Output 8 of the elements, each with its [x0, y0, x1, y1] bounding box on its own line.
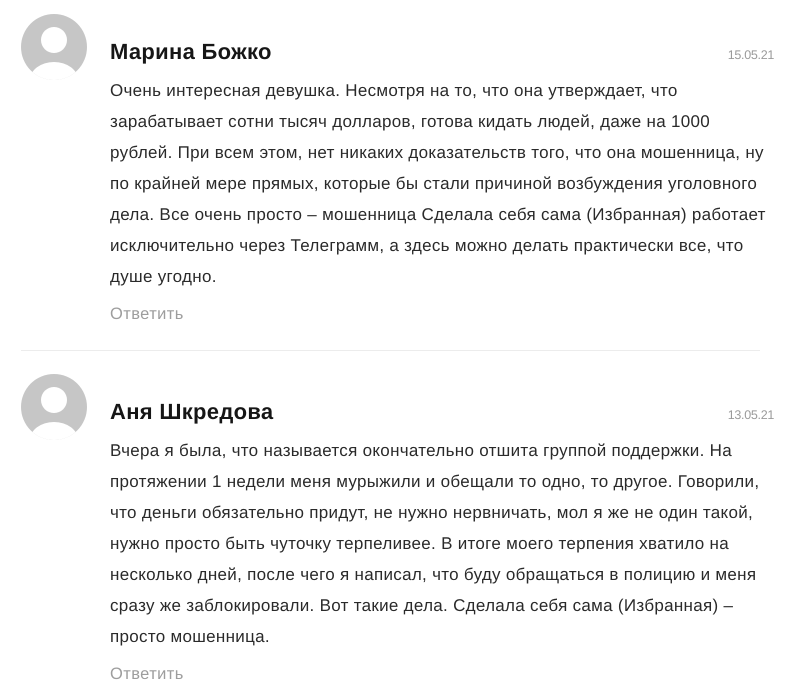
reply-link[interactable]: Ответить [110, 664, 184, 684]
comment-date: 13.05.21 [728, 407, 774, 424]
author-name: Аня Шкредова [110, 398, 274, 426]
comment-date: 15.05.21 [728, 47, 774, 64]
comment-text: Очень интересная девушка. Несмотря на то, что она утверждает, что зарабатывает сотни тысяч долларов, готова кидать людей, даже на 1000 рублей. При всем этом, нет никаких доказательств того, что она мошенница, ну по крайней мере прямых, которые бы стали причиной возбуждения уголовного дела. Все очень просто – мошенница Сделала себя сама (Избранная) работает исключительно через Телеграмм, а здесь можно делать практически все, что душе угодно. [110, 80, 767, 288]
comment-text: Вчера я была, что называется окончательно отшита группой поддержки. На протяжении 1 недели меня мурыжили и обещали то одно, то другое. Говорили, что деньги обязательно придут, не нужно нервничать, мол я же не один такой, нужно просто быть чуточку терпеливее. В итоге моего терпения хватило на несколько дней, после чего я написал, что буду обращаться в полицию и меня сразу же заблокировали. Вот такие дела. Сделала себя сама (Избранная) – просто мошенница. [110, 440, 760, 648]
reply-link[interactable]: Ответить [110, 304, 184, 324]
author-name: Марина Божко [110, 38, 272, 66]
